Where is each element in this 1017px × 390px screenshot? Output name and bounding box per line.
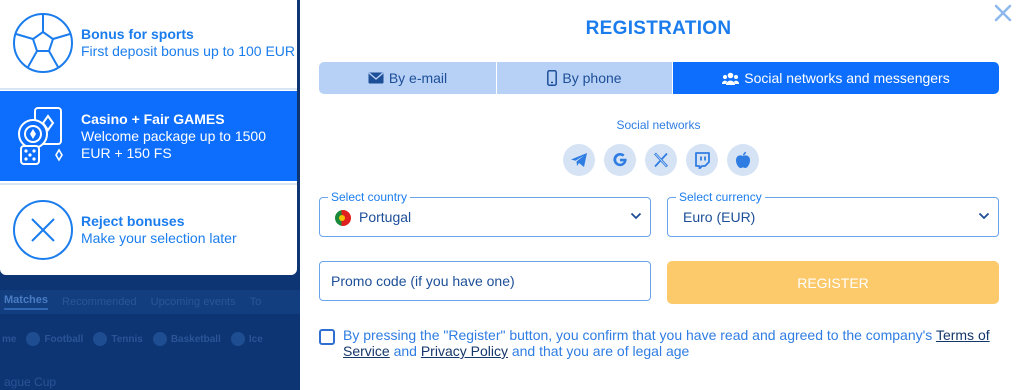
- social-networks-label: Social networks: [616, 118, 701, 132]
- bonus-option-reject-text: Reject bonuses Make your selection later: [81, 213, 237, 247]
- currency-select[interactable]: Select currency Euro (EUR): [667, 190, 999, 237]
- apple-icon: [736, 151, 750, 169]
- country-select-label: Select country: [328, 190, 411, 204]
- chevron-down-icon: [630, 212, 642, 220]
- bonus-option-title: Casino + Fair GAMES: [81, 110, 225, 127]
- currency-select-value: Euro (EUR): [683, 209, 756, 225]
- users-icon: [722, 72, 740, 85]
- google-icon: [613, 152, 627, 167]
- bonus-option-title: Reject bonuses: [81, 213, 185, 229]
- tab-label: By e-mail: [388, 70, 448, 86]
- background-sport-football: Football: [26, 332, 83, 346]
- background-sports-row: me Football Tennis Basketball Ice: [0, 324, 300, 354]
- background-league-title: ague Cup: [4, 375, 57, 389]
- chevron-down-icon: [978, 212, 990, 220]
- divider: [0, 88, 297, 90]
- phone-icon: [547, 70, 558, 86]
- background-nav-recommended: Recommended: [62, 296, 137, 308]
- agreement: By pressing the "Register" button, you c…: [319, 327, 999, 359]
- bonus-option-description: First deposit bonus up to 100 EUR: [81, 43, 296, 59]
- casino-chips-icon: [11, 104, 75, 168]
- x-button[interactable]: [645, 144, 677, 176]
- background-sport-label: me: [2, 333, 17, 345]
- bonus-option-sports[interactable]: Bonus for sports First deposit bonus up …: [0, 8, 297, 78]
- bonus-option-description: Make your selection later: [81, 230, 237, 246]
- background-nav-matches: Matches: [4, 294, 49, 310]
- twitch-button[interactable]: [686, 144, 718, 176]
- google-button[interactable]: [604, 144, 636, 176]
- bonus-option-casino[interactable]: Casino + Fair GAMES Welcome package up t…: [0, 91, 297, 181]
- currency-select-label: Select currency: [676, 190, 765, 204]
- envelope-icon: [368, 72, 384, 84]
- telegram-button[interactable]: [563, 144, 595, 176]
- x-icon: [654, 152, 668, 168]
- background-sport-tennis: Tennis: [93, 332, 143, 346]
- background-sport-label: Tennis: [111, 333, 143, 345]
- portugal-flag-icon: [335, 210, 351, 226]
- background-sport-ice: Ice: [230, 332, 263, 346]
- football-icon: [26, 332, 41, 346]
- country-select[interactable]: Select country Portugal: [319, 190, 651, 237]
- promo-code-input[interactable]: [319, 261, 651, 301]
- basketball-icon: [152, 332, 167, 346]
- close-button[interactable]: [993, 3, 1013, 23]
- background-nav: Matches Recommended Upcoming events To: [0, 290, 300, 314]
- tab-social-networks[interactable]: Social networks and messengers: [672, 62, 999, 94]
- registration-modal: REGISTRATION By e-mail By phone Social n…: [300, 0, 1017, 390]
- background-sport-label: Ice: [248, 333, 263, 345]
- agreement-suffix: and that you are of legal age: [511, 343, 690, 359]
- background-sport-home: me: [2, 334, 16, 345]
- agreement-and: and: [393, 343, 417, 359]
- social-buttons: [563, 144, 759, 176]
- country-select-value: Portugal: [359, 209, 412, 225]
- background-sport-label: Basketball: [170, 333, 221, 345]
- bonus-option-casino-text: Casino + Fair GAMES Welcome package up t…: [81, 111, 297, 162]
- bonus-option-sports-text: Bonus for sports First deposit bonus up …: [81, 26, 295, 60]
- divider: [0, 183, 297, 185]
- reject-x-icon: [11, 198, 75, 262]
- background-sport-basketball: Basketball: [152, 332, 221, 346]
- privacy-policy-link[interactable]: Privacy Policy: [421, 343, 508, 359]
- tab-by-email[interactable]: By e-mail: [319, 62, 496, 94]
- twitch-icon: [695, 151, 710, 169]
- bonus-option-title: Bonus for sports: [81, 26, 194, 42]
- hockey-icon: [230, 332, 245, 346]
- tennis-icon: [93, 332, 108, 346]
- agreement-text: By pressing the "Register" button, you c…: [343, 327, 999, 359]
- telegram-icon: [571, 153, 587, 167]
- close-icon: [994, 4, 1012, 22]
- soccer-ball-icon: [11, 11, 75, 75]
- agreement-prefix: By pressing the "Register" button, you c…: [343, 327, 933, 343]
- agreement-checkbox[interactable]: [319, 329, 335, 345]
- page-title: REGISTRATION: [585, 18, 732, 39]
- bonus-option-reject[interactable]: Reject bonuses Make your selection later: [0, 194, 297, 266]
- register-button[interactable]: REGISTER: [667, 261, 999, 304]
- registration-tabs: By e-mail By phone Social networks and m…: [319, 62, 999, 94]
- bonus-option-description: Welcome package up to 1500 EUR + 150 FS: [81, 127, 266, 161]
- tab-by-phone[interactable]: By phone: [496, 62, 672, 94]
- bonus-panel: Bonus for sports First deposit bonus up …: [0, 0, 297, 275]
- tab-label: Social networks and messengers: [744, 70, 950, 86]
- tab-label: By phone: [562, 70, 622, 86]
- background-nav-upcoming: Upcoming events: [150, 296, 236, 308]
- apple-button[interactable]: [727, 144, 759, 176]
- background-nav-more: To: [249, 296, 262, 308]
- background-sport-label: Football: [44, 333, 84, 345]
